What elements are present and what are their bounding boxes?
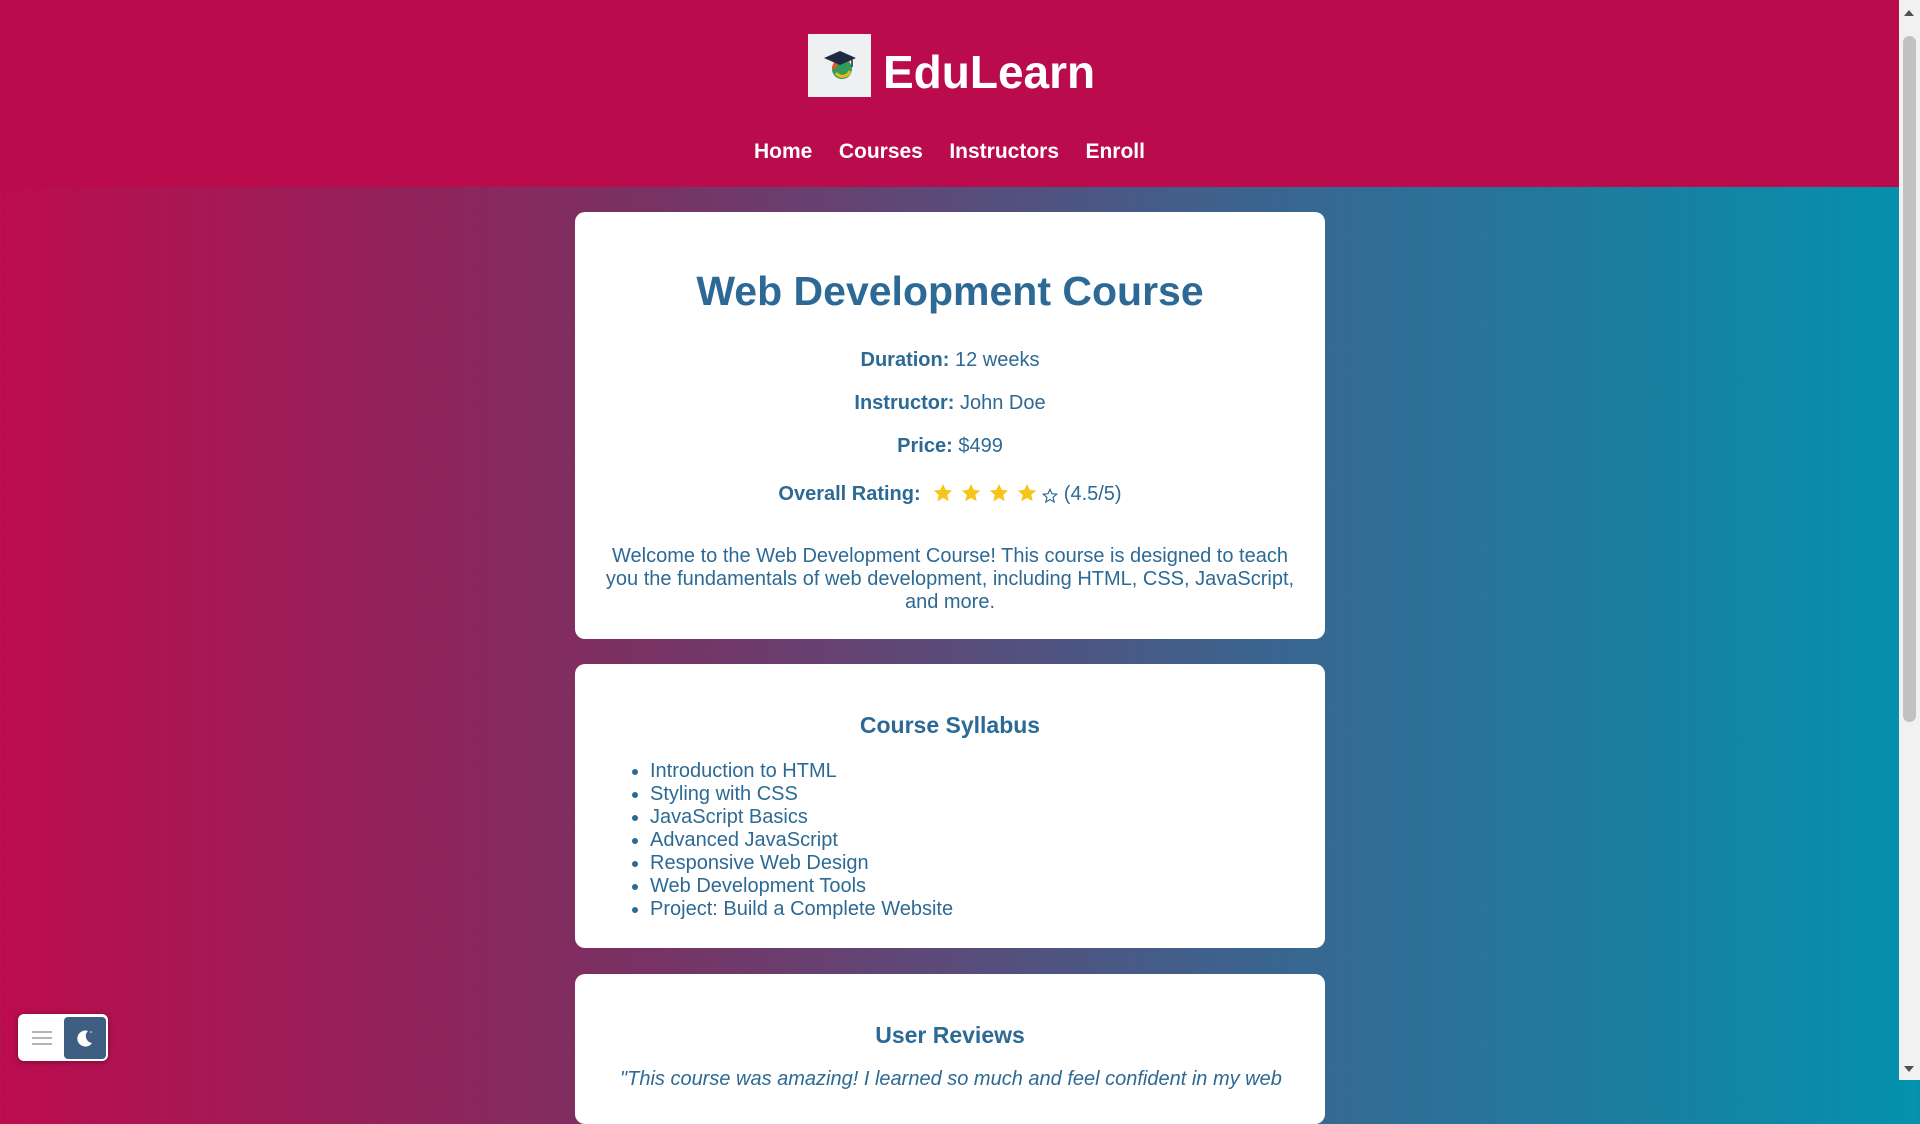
course-duration: Duration: 12 weeks (575, 349, 1325, 372)
nav-enroll[interactable]: Enroll (1085, 140, 1145, 163)
price-value: $499 (958, 435, 1003, 457)
course-instructor: Instructor: John Doe (575, 392, 1325, 415)
reviews-title: User Reviews (875, 1022, 1025, 1048)
course-rating: Overall Rating: (4.5/5) (575, 482, 1325, 510)
duration-label: Duration: (860, 349, 950, 371)
brand-name: EduLearn (883, 46, 1096, 98)
price-label: Price: (897, 435, 953, 457)
site-header: EduLearn Home Courses Instructors Enroll (0, 0, 1899, 187)
syllabus-title: Course Syllabus (859, 712, 1041, 738)
scroll-thumb[interactable] (1903, 36, 1916, 722)
scroll-up-arrow-icon[interactable] (1904, 10, 1914, 16)
reviews-card: User Reviews "This course was amazing! I… (575, 974, 1325, 1124)
syllabus-item: Web Development Tools (650, 875, 953, 898)
star-filled-icon (1018, 483, 1037, 502)
graduation-cap-icon (808, 33, 871, 97)
hamburger-icon (32, 1030, 52, 1045)
instructor-label: Instructor: (854, 392, 955, 414)
dark-mode-button[interactable] (64, 1016, 106, 1059)
rating-text: (4.5/5) (1063, 483, 1122, 505)
instructor-value: John Doe (959, 392, 1046, 414)
syllabus-item: Project: Build a Complete Website (650, 898, 953, 921)
theme-switcher (18, 1014, 108, 1061)
moon-icon (77, 1030, 92, 1047)
brand[interactable]: EduLearn (808, 33, 1095, 98)
star-filled-icon (990, 483, 1009, 502)
main-nav: Home Courses Instructors Enroll (0, 140, 1899, 164)
course-title: Web Development Course (696, 268, 1204, 314)
duration-value: 12 weeks (954, 349, 1040, 371)
course-price: Price: $499 (575, 435, 1325, 458)
star-filled-icon (962, 483, 981, 502)
course-description: Welcome to the Web Development Course! T… (605, 545, 1295, 613)
syllabus-item: Styling with CSS (650, 783, 953, 806)
rating-label: Overall Rating: (778, 483, 921, 505)
syllabus-item: JavaScript Basics (650, 806, 953, 829)
vertical-scrollbar[interactable] (1899, 0, 1920, 1080)
menu-button[interactable] (22, 1018, 62, 1058)
syllabus-card: Course Syllabus Introduction to HTML Sty… (575, 664, 1325, 948)
syllabus-item: Responsive Web Design (650, 852, 953, 875)
nav-home[interactable]: Home (754, 140, 812, 163)
nav-instructors[interactable]: Instructors (949, 140, 1059, 163)
nav-courses[interactable]: Courses (839, 140, 923, 163)
star-empty-icon (1042, 487, 1059, 504)
course-overview-card: Web Development Course Duration: 12 week… (575, 212, 1325, 639)
star-filled-icon (934, 483, 953, 502)
scroll-down-arrow-icon[interactable] (1904, 1066, 1914, 1072)
syllabus-list: Introduction to HTML Styling with CSS Ja… (625, 760, 953, 921)
syllabus-item: Advanced JavaScript (650, 829, 953, 852)
syllabus-item: Introduction to HTML (650, 760, 953, 783)
rating-stars (926, 482, 1059, 510)
